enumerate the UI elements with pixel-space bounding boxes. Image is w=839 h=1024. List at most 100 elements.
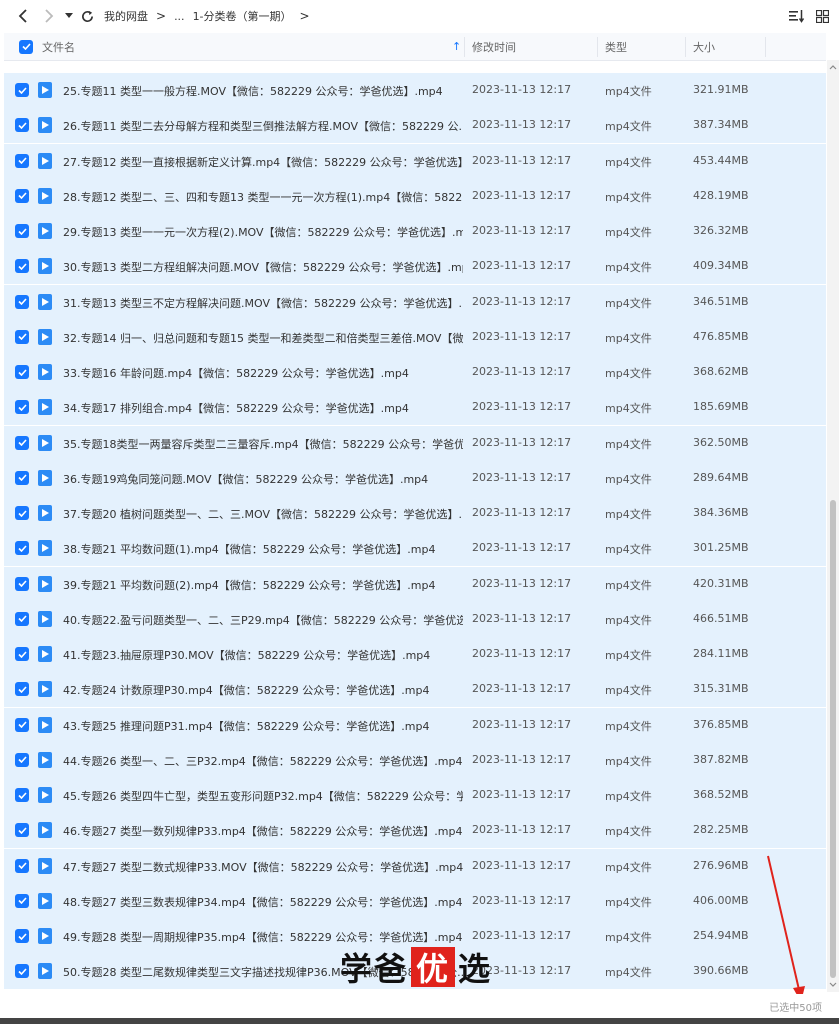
row-checkbox[interactable] (15, 224, 29, 238)
file-name[interactable]: 35.专题18类型一两量容斥类型二三量容斥.mp4【微信：582229 公众号：… (63, 436, 463, 452)
file-row[interactable]: 32.专题14 归一、归总问题和专题15 类型一和差类型二和倍类型三差倍.MOV… (4, 319, 826, 356)
row-checkbox[interactable] (15, 541, 29, 556)
row-checkbox[interactable] (15, 83, 29, 97)
row-checkbox[interactable] (15, 929, 29, 943)
vertical-scrollbar[interactable] (827, 60, 839, 992)
forward-button[interactable] (36, 0, 62, 32)
file-name[interactable]: 45.专题26 类型四牛亡型，类型五变形问题P32.mp4【微信：582229 … (63, 788, 463, 804)
file-row[interactable]: 45.专题26 类型四牛亡型，类型五变形问题P32.mp4【微信：582229 … (4, 778, 826, 814)
file-row[interactable]: 46.专题27 类型一数列规律P33.mp4【微信：582229 公众号：学爸优… (4, 813, 826, 850)
file-name[interactable]: 30.专题13 类型二方程组解决问题.MOV【微信：582229 公众号：学爸优… (63, 259, 463, 275)
file-name[interactable]: 25.专题11 类型一一般方程.MOV【微信：582229 公众号：学爸优选】.… (63, 83, 463, 99)
file-name[interactable]: 43.专题25 推理问题P31.mp4【微信：582229 公众号：学爸优选】.… (63, 718, 463, 734)
select-all-checkbox[interactable] (19, 33, 33, 60)
file-name[interactable]: 48.专题27 类型三数表规律P34.mp4【微信：582229 公众号：学爸优… (63, 894, 463, 910)
row-checkbox[interactable] (15, 153, 29, 168)
file-name[interactable]: 37.专题20 植树问题类型一、二、三.MOV【微信：582229 公众号：学爸… (63, 506, 463, 522)
file-name[interactable]: 44.专题26 类型一、二、三P32.mp4【微信：582229 公众号：学爸优… (63, 753, 463, 769)
file-row[interactable]: 28.专题12 类型二、三、四和专题13 类型一一元一次方程(1).mp4【微信… (4, 178, 826, 215)
file-row[interactable]: 42.专题24 计数原理P30.mp4【微信：582229 公众号：学爸优选】.… (4, 672, 826, 709)
column-modified-header[interactable]: 修改时间 (472, 33, 516, 60)
row-checkbox[interactable] (15, 682, 29, 697)
row-checkbox[interactable] (15, 647, 29, 661)
file-name[interactable]: 32.专题14 归一、归总问题和专题15 类型一和差类型二和倍类型三差倍.MOV… (63, 330, 463, 346)
row-checkbox[interactable] (15, 329, 29, 344)
column-divider[interactable] (685, 37, 686, 57)
file-name[interactable]: 47.专题27 类型二数式规律P33.MOV【微信：582229 公众号：学爸优… (63, 859, 463, 875)
file-row[interactable]: 38.专题21 平均数问题(1).mp4【微信：582229 公众号：学爸优选】… (4, 531, 826, 568)
file-name[interactable]: 31.专题13 类型三不定方程解决问题.MOV【微信：582229 公众号：学爸… (63, 295, 463, 311)
row-checkbox[interactable] (15, 893, 29, 908)
file-row[interactable]: 47.专题27 类型二数式规律P33.MOV【微信：582229 公众号：学爸优… (4, 848, 826, 885)
file-name[interactable]: 28.专题12 类型二、三、四和专题13 类型一一元一次方程(1).mp4【微信… (63, 189, 463, 205)
column-type-header[interactable]: 类型 (605, 33, 627, 60)
row-checkbox[interactable] (15, 470, 29, 485)
file-modified-time: 2023-11-13 12:17 (472, 541, 572, 555)
row-checkbox[interactable] (15, 788, 29, 802)
file-row[interactable]: 25.专题11 类型一一般方程.MOV【微信：582229 公众号：学爸优选】.… (4, 73, 826, 109)
sort-ascending-icon[interactable]: ↑ (452, 33, 461, 60)
breadcrumb-item-current[interactable]: 1-分类卷（第一期） (193, 8, 292, 24)
row-checkbox[interactable] (15, 400, 29, 415)
column-divider[interactable] (597, 37, 598, 57)
column-divider[interactable] (464, 37, 465, 57)
file-name[interactable]: 49.专题28 类型一周期规律P35.mp4【微信：582229 公众号：学爸优… (63, 929, 463, 945)
refresh-button[interactable] (76, 0, 98, 32)
file-name[interactable]: 34.专题17 排列组合.mp4【微信：582229 公众号：学爸优选】.mp4 (63, 400, 463, 416)
file-row[interactable]: 39.专题21 平均数问题(2).mp4【微信：582229 公众号：学爸优选】… (4, 566, 826, 603)
file-row[interactable]: 44.专题26 类型一、二、三P32.mp4【微信：582229 公众号：学爸优… (4, 742, 826, 779)
column-divider[interactable] (765, 37, 766, 57)
scroll-up-icon[interactable] (827, 62, 839, 72)
file-name[interactable]: 33.专题16 年龄问题.mp4【微信：582229 公众号：学爸优选】.mp4 (63, 365, 463, 381)
file-row[interactable]: 31.专题13 类型三不定方程解决问题.MOV【微信：582229 公众号：学爸… (4, 284, 826, 321)
column-size-header[interactable]: 大小 (693, 33, 715, 60)
row-checkbox[interactable] (15, 259, 29, 274)
file-row[interactable]: 34.专题17 排列组合.mp4【微信：582229 公众号：学爸优选】.mp4… (4, 390, 826, 427)
file-name[interactable]: 38.专题21 平均数问题(1).mp4【微信：582229 公众号：学爸优选】… (63, 541, 463, 557)
row-checkbox[interactable] (15, 188, 29, 203)
scrollbar-thumb[interactable] (830, 500, 836, 978)
row-checkbox[interactable] (15, 294, 29, 309)
back-button[interactable] (10, 0, 36, 32)
sort-button[interactable] (786, 6, 808, 26)
file-row[interactable]: 36.专题19鸡兔同笼问题.MOV【微信：582229 公众号：学爸优选】.mp… (4, 460, 826, 497)
file-row[interactable]: 33.专题16 年龄问题.mp4【微信：582229 公众号：学爸优选】.mp4… (4, 355, 826, 391)
file-name[interactable]: 46.专题27 类型一数列规律P33.mp4【微信：582229 公众号：学爸优… (63, 823, 463, 839)
row-checkbox[interactable] (15, 823, 29, 838)
row-checkbox[interactable] (15, 858, 29, 873)
history-dropdown-button[interactable] (62, 0, 76, 32)
scroll-down-icon[interactable] (827, 980, 839, 990)
file-name[interactable]: 41.专题23.抽屉原理P30.MOV【微信：582229 公众号：学爸优选】.… (63, 647, 463, 663)
row-checkbox[interactable] (15, 506, 29, 520)
file-name[interactable]: 39.专题21 平均数问题(2).mp4【微信：582229 公众号：学爸优选】… (63, 577, 463, 593)
row-checkbox[interactable] (15, 717, 29, 732)
row-checkbox[interactable] (15, 752, 29, 767)
file-name[interactable]: 27.专题12 类型一直接根据新定义计算.mp4【微信：582229 公众号：学… (63, 154, 463, 170)
column-name-header[interactable]: 文件名 (42, 33, 75, 60)
grid-view-button[interactable] (811, 6, 833, 26)
file-name[interactable]: 26.专题11 类型二去分母解方程和类型三倒推法解方程.MOV【微信：58222… (63, 118, 463, 134)
row-checkbox[interactable] (15, 964, 29, 979)
file-row[interactable]: 37.专题20 植树问题类型一、二、三.MOV【微信：582229 公众号：学爸… (4, 496, 826, 532)
breadcrumb-item-ellipsis[interactable]: ... (174, 10, 185, 23)
row-checkbox[interactable] (15, 435, 29, 450)
file-name[interactable]: 29.专题13 类型一一元一次方程(2).MOV【微信：582229 公众号：学… (63, 224, 463, 240)
file-row[interactable]: 40.专题22.盈亏问题类型一、二、三P29.mp4【微信：582229 公众号… (4, 601, 826, 638)
file-row[interactable]: 41.专题23.抽屉原理P30.MOV【微信：582229 公众号：学爸优选】.… (4, 637, 826, 673)
file-name[interactable]: 42.专题24 计数原理P30.mp4【微信：582229 公众号：学爸优选】.… (63, 682, 463, 698)
file-row[interactable]: 27.专题12 类型一直接根据新定义计算.mp4【微信：582229 公众号：学… (4, 143, 826, 180)
file-name[interactable]: 36.专题19鸡兔同笼问题.MOV【微信：582229 公众号：学爸优选】.mp… (63, 471, 463, 487)
file-row[interactable]: 48.专题27 类型三数表规律P34.mp4【微信：582229 公众号：学爸优… (4, 883, 826, 920)
file-row[interactable]: 43.专题25 推理问题P31.mp4【微信：582229 公众号：学爸优选】.… (4, 707, 826, 744)
file-row[interactable]: 30.专题13 类型二方程组解决问题.MOV【微信：582229 公众号：学爸优… (4, 249, 826, 286)
file-row[interactable]: 29.专题13 类型一一元一次方程(2).MOV【微信：582229 公众号：学… (4, 214, 826, 250)
file-name[interactable]: 40.专题22.盈亏问题类型一、二、三P29.mp4【微信：582229 公众号… (63, 612, 463, 628)
breadcrumb-item-root[interactable]: 我的网盘 (104, 8, 148, 24)
row-checkbox[interactable] (15, 365, 29, 379)
file-row[interactable]: 26.专题11 类型二去分母解方程和类型三倒推法解方程.MOV【微信：58222… (4, 108, 826, 145)
row-checkbox[interactable] (15, 576, 29, 591)
row-checkbox[interactable] (15, 611, 29, 626)
file-size: 387.82MB (693, 752, 749, 766)
row-checkbox[interactable] (15, 118, 29, 133)
file-row[interactable]: 35.专题18类型一两量容斥类型二三量容斥.mp4【微信：582229 公众号：… (4, 425, 826, 462)
